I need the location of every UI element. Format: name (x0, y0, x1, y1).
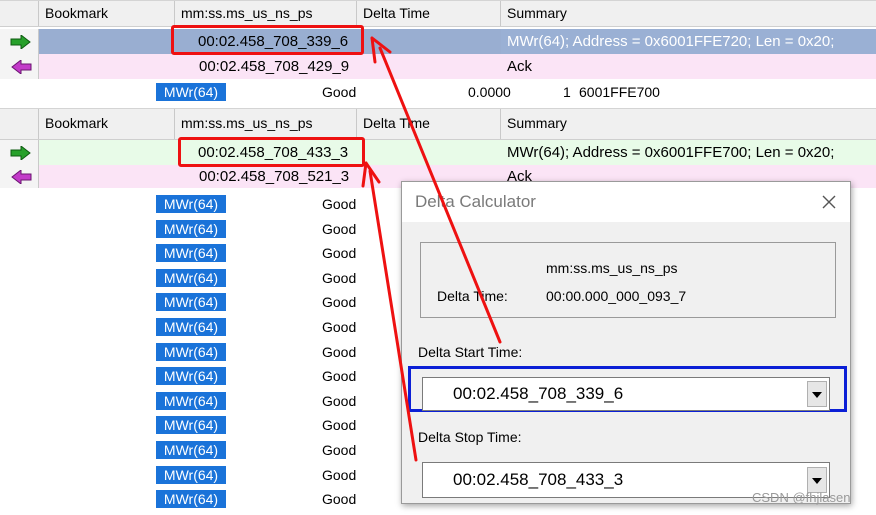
arrow-line-stop (368, 169, 418, 462)
arrow-line-start (378, 46, 502, 344)
watermark: CSDN @fhjlasen (752, 490, 851, 505)
annotation-arrows (361, 36, 502, 462)
